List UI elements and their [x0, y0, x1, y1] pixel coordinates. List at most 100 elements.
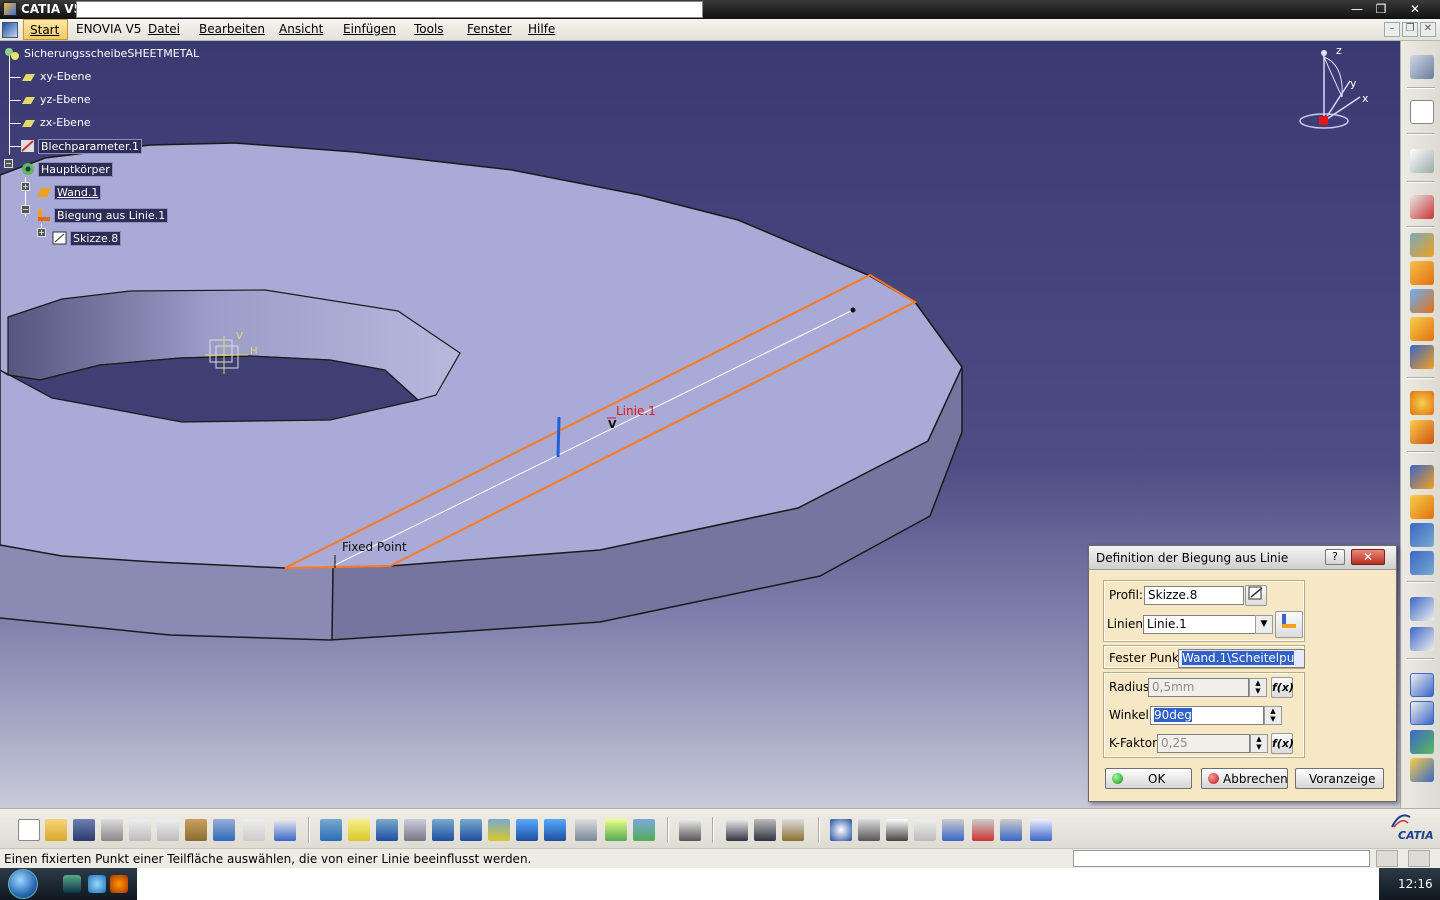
menu-bearbeiten[interactable]: Bearbeiten: [199, 22, 265, 36]
document-icon[interactable]: [2, 22, 18, 38]
hide-show-icon[interactable]: [605, 819, 627, 841]
new-icon[interactable]: [18, 819, 40, 841]
view-body-icon[interactable]: [942, 819, 964, 841]
compass-widget[interactable]: z y x: [1292, 45, 1372, 135]
bend-from-line-icon[interactable]: [1410, 465, 1434, 489]
zoom-out-icon[interactable]: [460, 819, 482, 841]
menu-hilfe[interactable]: Hilfe: [528, 22, 555, 36]
voranzeige-button[interactable]: Voranzeige: [1295, 768, 1384, 789]
swap-space-icon[interactable]: [633, 819, 655, 841]
kfaktor-spinner[interactable]: ▲ ▼: [1250, 734, 1268, 753]
shading-icon[interactable]: [575, 819, 597, 841]
iso-view-icon[interactable]: [544, 819, 566, 841]
tree-collapse-toggle-bend[interactable]: −: [21, 205, 30, 214]
line-label[interactable]: Linie.1: [616, 404, 656, 418]
select-arrow-icon[interactable]: [1410, 100, 1434, 124]
hole-icon[interactable]: [1410, 551, 1434, 575]
chevron-down-icon[interactable]: ▼: [1255, 615, 1273, 634]
edit-sketch-button[interactable]: [1245, 585, 1267, 606]
flange-icon[interactable]: [1410, 317, 1434, 341]
user-stamp-icon[interactable]: [1410, 758, 1434, 782]
point-mapping-icon[interactable]: [1410, 420, 1434, 444]
menu-fenster[interactable]: Fenster: [467, 22, 512, 36]
dialog-close-button[interactable]: ✕: [1351, 549, 1385, 565]
menu-enovia[interactable]: ENOVIA V5: [76, 22, 141, 36]
kfaktor-field[interactable]: 0,25: [1157, 734, 1250, 753]
dialog-titlebar[interactable]: Definition der Biegung aus Linie ? ✕: [1089, 546, 1396, 570]
tree-expand-toggle-sketch[interactable]: +: [37, 228, 46, 237]
update-icon[interactable]: [679, 819, 701, 841]
transformation-icon[interactable]: [1410, 627, 1434, 651]
fixed-point-label[interactable]: Fixed Point: [342, 540, 407, 554]
restore-button[interactable]: ❐: [1370, 1, 1392, 18]
zoom-in-icon[interactable]: [432, 819, 454, 841]
catalog-icon[interactable]: [830, 819, 852, 841]
linien-dropdown[interactable]: Linie.1: [1143, 615, 1259, 634]
tree-expand-toggle[interactable]: +: [21, 182, 30, 191]
ok-button[interactable]: OK: [1105, 768, 1192, 789]
radius-spinner[interactable]: ▲ ▼: [1249, 678, 1267, 697]
winkel-spinner[interactable]: ▲ ▼: [1264, 706, 1282, 725]
line-selection-button[interactable]: [1275, 611, 1303, 638]
table-icon[interactable]: [914, 819, 936, 841]
rotate-icon[interactable]: [404, 819, 426, 841]
fit-all-icon[interactable]: [348, 819, 370, 841]
wall-icon[interactable]: [1410, 261, 1434, 285]
axis-system-icon[interactable]: [886, 819, 908, 841]
fixed-side-arrow[interactable]: [556, 416, 561, 458]
abbrechen-button[interactable]: Abbrechen: [1201, 768, 1288, 789]
open-icon[interactable]: [45, 819, 67, 841]
paste-icon[interactable]: [185, 819, 207, 841]
status-button-2[interactable]: [1408, 850, 1430, 867]
radius-formula-button[interactable]: f(x): [1271, 677, 1294, 698]
curve-stamp-icon[interactable]: [1410, 730, 1434, 754]
menu-einfuegen[interactable]: Einfügen: [343, 22, 396, 36]
multi-view-icon[interactable]: [516, 819, 538, 841]
mdi-close-button[interactable]: ✕: [1420, 22, 1436, 37]
redo-icon[interactable]: [243, 819, 265, 841]
menu-start[interactable]: Start: [23, 19, 69, 40]
profil-field[interactable]: Skizze.8: [1144, 586, 1244, 605]
fester-punkt-field[interactable]: Wand.1\Scheitelpu: [1178, 649, 1305, 668]
tree-collapse-toggle[interactable]: −: [4, 159, 13, 168]
measure-between-icon[interactable]: [726, 819, 748, 841]
mdi-minimize-button[interactable]: –: [1384, 22, 1400, 37]
cut-icon[interactable]: [129, 819, 151, 841]
bead-icon[interactable]: [1410, 701, 1434, 725]
sketcher-icon[interactable]: [1410, 149, 1434, 173]
quick-select-icon[interactable]: [972, 819, 994, 841]
hand-icon[interactable]: [858, 819, 880, 841]
mdi-restore-button[interactable]: ❐: [1402, 22, 1418, 37]
menu-ansicht[interactable]: Ansicht: [279, 22, 323, 36]
winkel-field[interactable]: 90deg: [1150, 706, 1264, 725]
close-button[interactable]: ✕: [1404, 1, 1426, 18]
recognize-icon[interactable]: [1410, 233, 1434, 257]
minimize-button[interactable]: —: [1346, 1, 1368, 18]
measure-item-icon[interactable]: [754, 819, 776, 841]
whats-this-icon[interactable]: [274, 819, 296, 841]
fold-unfold-icon[interactable]: [1410, 391, 1434, 415]
copy-icon[interactable]: [157, 819, 179, 841]
fly-mode-icon[interactable]: [320, 819, 342, 841]
undo-icon[interactable]: [213, 819, 235, 841]
show-desktop-icon[interactable]: [63, 875, 81, 893]
status-button-1[interactable]: [1376, 850, 1398, 867]
command-input[interactable]: [1073, 850, 1370, 867]
menu-tools[interactable]: Tools: [414, 22, 444, 36]
stamp-icon[interactable]: [1410, 673, 1434, 697]
internet-explorer-icon[interactable]: [88, 875, 106, 893]
pan-icon[interactable]: [376, 819, 398, 841]
cutout-icon[interactable]: [1410, 523, 1434, 547]
normal-view-icon[interactable]: [488, 819, 510, 841]
sheetmetal-parameters-icon[interactable]: [1410, 195, 1434, 219]
radius-field[interactable]: 0,5mm: [1148, 678, 1249, 697]
eraser-icon[interactable]: [1030, 819, 1052, 841]
list-icon[interactable]: [1000, 819, 1022, 841]
extrusion-icon[interactable]: [1410, 289, 1434, 313]
3d-view-icon[interactable]: [1410, 55, 1434, 79]
print-icon[interactable]: [101, 819, 123, 841]
measure-inertia-icon[interactable]: [782, 819, 804, 841]
pattern-icon[interactable]: [1410, 597, 1434, 621]
save-icon[interactable]: [73, 819, 95, 841]
kfaktor-formula-button[interactable]: f(x): [1271, 733, 1294, 754]
